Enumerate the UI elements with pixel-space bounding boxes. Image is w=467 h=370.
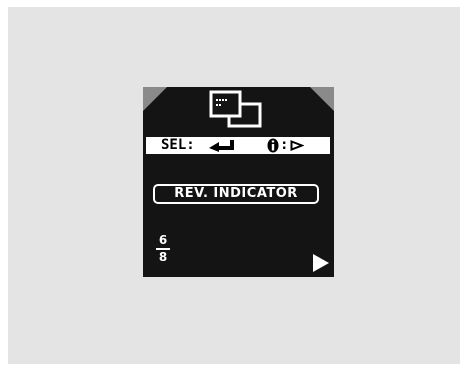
info-hint-colon: : [280, 137, 289, 153]
info-icon [267, 138, 279, 153]
play-arrow-icon[interactable] [312, 253, 330, 273]
windows-icon [209, 90, 262, 128]
display-screen: SEL: : REV. INDICATOR 6 8 [143, 87, 334, 277]
page-current: 6 [158, 233, 168, 247]
corner-tab-left [143, 87, 167, 111]
hint-bar: SEL: : [146, 137, 330, 154]
page-indicator: 6 8 [156, 234, 170, 264]
play-outline-icon [290, 140, 304, 151]
select-hint-label: SEL: [161, 137, 195, 153]
corner-tab-right [310, 87, 334, 111]
page-total: 8 [158, 250, 168, 264]
enter-arrow-icon [209, 140, 234, 152]
menu-item-rev-indicator[interactable]: REV. INDICATOR [153, 184, 319, 204]
